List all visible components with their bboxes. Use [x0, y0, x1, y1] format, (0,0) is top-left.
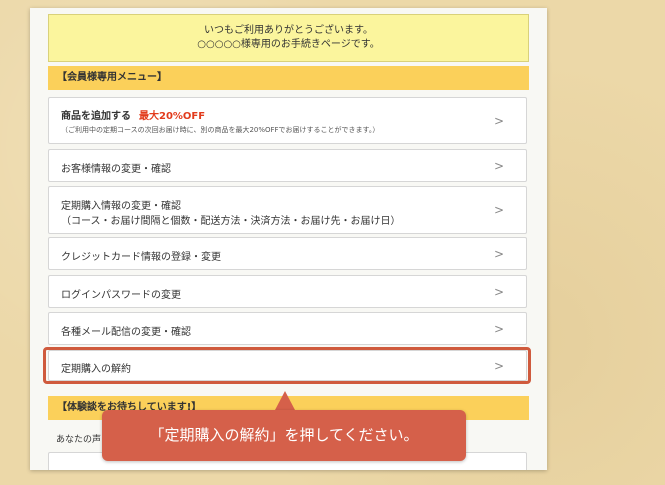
- chevron-right-icon: >: [493, 113, 504, 128]
- menu-item-subscription-info[interactable]: 定期購入情報の変更・確認 （コース・お届け間隔と個数・配送方法・決済方法・お届け…: [48, 186, 527, 234]
- instruction-callout: 「定期購入の解約」を押してください。: [102, 410, 466, 461]
- menu-item-label: お客様情報の変更・確認: [61, 164, 171, 175]
- menu-item-label: 定期購入情報の変更・確認: [61, 201, 181, 212]
- menu-item-label: 商品を追加する: [61, 111, 131, 122]
- notice-line-2: ○○○○○様専用のお手続きページです。: [197, 39, 380, 50]
- chevron-right-icon: >: [493, 158, 504, 173]
- member-menu-header: 【会員様専用メニュー】: [48, 66, 529, 90]
- menu-item-customer-info[interactable]: お客様情報の変更・確認 >: [48, 149, 527, 182]
- notice-line-1: いつもご利用ありがとうございます。: [204, 25, 373, 36]
- menu-item-credit-card[interactable]: クレジットカード情報の登録・変更 >: [48, 237, 527, 270]
- callout-arrow: [275, 391, 295, 410]
- chevron-right-icon: >: [493, 203, 504, 217]
- menu-item-label: クレジットカード情報の登録・変更: [61, 252, 221, 263]
- menu-item-note: （ご利用中の定期コースの次回お届け時に、別の商品を最大20%OFFでお届けするこ…: [61, 126, 380, 134]
- menu-item-subtext: （コース・お届け間隔と個数・配送方法・決済方法・お届け先・お届け日）: [61, 216, 401, 227]
- menu-item-label: 各種メール配信の変更・確認: [61, 327, 191, 338]
- review-section-text: あなたの声: [56, 435, 102, 445]
- discount-badge: 最大20%OFF: [139, 111, 206, 122]
- chevron-right-icon: >: [493, 321, 504, 336]
- menu-item-label: ログインパスワードの変更: [61, 290, 181, 301]
- welcome-notice: いつもご利用ありがとうございます。 ○○○○○様専用のお手続きページです。: [48, 14, 529, 62]
- highlight-frame: [43, 347, 531, 384]
- menu-item-add-product[interactable]: 商品を追加する 最大20%OFF （ご利用中の定期コースの次回お届け時に、別の商品…: [48, 97, 527, 144]
- menu-item-mail-settings[interactable]: 各種メール配信の変更・確認 >: [48, 312, 527, 345]
- chevron-right-icon: >: [493, 284, 504, 299]
- menu-item-login-password[interactable]: ログインパスワードの変更 >: [48, 275, 527, 308]
- chevron-right-icon: >: [493, 246, 504, 261]
